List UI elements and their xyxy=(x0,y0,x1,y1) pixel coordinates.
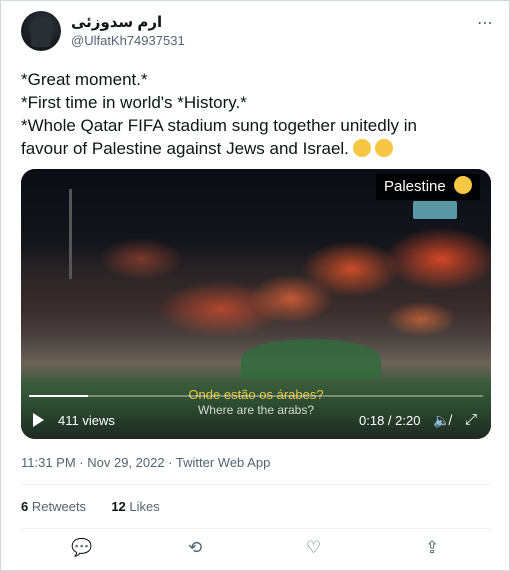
like-icon[interactable]: ♡ xyxy=(306,538,321,558)
video-overlay-label: Palestine xyxy=(376,174,480,200)
retweets-label[interactable]: Retweets xyxy=(32,499,86,514)
author-handle[interactable]: @UlfatKh74937531 xyxy=(71,33,185,48)
likes-count[interactable]: 12 xyxy=(111,499,125,514)
pointing-down-emoji-icon xyxy=(374,139,393,157)
tweet-text-line: *Great moment.* xyxy=(21,70,148,89)
retweet-icon[interactable]: ⟲ xyxy=(188,538,202,558)
sad-face-emoji-icon xyxy=(453,176,472,194)
video-time: 0:18 / 2:20 xyxy=(359,413,421,428)
tweet-stats: 6 Retweets 12 Likes xyxy=(21,499,160,514)
more-icon[interactable]: ⋯ xyxy=(477,13,494,33)
avatar[interactable] xyxy=(21,11,61,51)
divider xyxy=(21,528,491,529)
floodlight-tower xyxy=(69,189,72,279)
scoreboard-lights xyxy=(413,201,457,219)
reply-icon[interactable]: 💬 xyxy=(71,538,92,558)
likes-label[interactable]: Likes xyxy=(129,499,159,514)
pointing-down-emoji-icon xyxy=(352,139,371,157)
tweet-text-line: *First time in world's *History.* xyxy=(21,93,247,112)
football-pitch xyxy=(241,339,381,379)
play-icon[interactable] xyxy=(33,413,44,427)
view-count: 411 views xyxy=(58,413,115,428)
tweet-text-line: *Whole Qatar FIFA stadium sung together … xyxy=(21,116,417,135)
mute-icon[interactable]: 🔈̸ xyxy=(433,412,450,429)
share-icon[interactable]: ⇪ xyxy=(425,538,439,558)
video-player[interactable]: Palestine Onde estão os árabes? Where ar… xyxy=(21,169,491,439)
tweet-card: ارم سدوزئی @UlfatKh74937531 ⋯ *Great mom… xyxy=(0,0,510,571)
video-progress-fill xyxy=(29,395,89,397)
video-progress-bar[interactable] xyxy=(29,395,483,397)
tweet-text-line: favour of Palestine against Jews and Isr… xyxy=(21,139,349,158)
divider xyxy=(21,484,491,485)
tweet-text: *Great moment.* *First time in world's *… xyxy=(21,68,491,160)
fullscreen-icon[interactable]: ⤢ xyxy=(465,411,477,428)
tweet-timestamp[interactable]: 11:31 PM · Nov 29, 2022 · Twitter Web Ap… xyxy=(21,455,270,470)
author-name[interactable]: ارم سدوزئی xyxy=(71,13,162,31)
retweets-count[interactable]: 6 xyxy=(21,499,28,514)
